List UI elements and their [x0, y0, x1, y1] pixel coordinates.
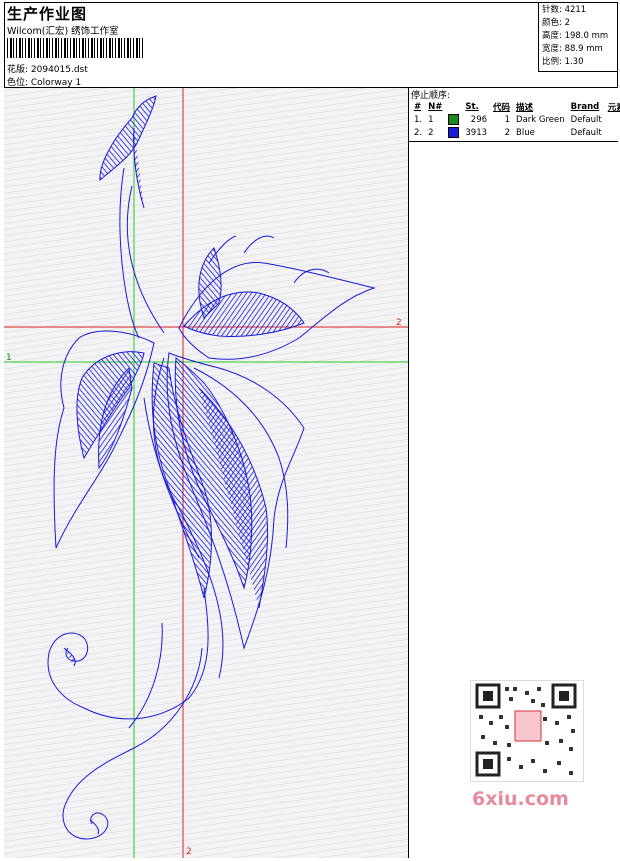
col-element: 元素	[607, 102, 620, 113]
col-num: #	[414, 101, 422, 112]
qr-code	[470, 680, 584, 782]
design-height: 高度: 198.0 mm	[542, 31, 609, 41]
row-n: 1	[428, 114, 434, 125]
row-n: 2	[428, 127, 434, 138]
col-n: N#	[428, 101, 443, 112]
row-stitches: 296	[470, 114, 488, 125]
stitch-count: 针数: 4211	[542, 5, 587, 15]
page-title: 生产作业图	[7, 5, 88, 23]
table-header-row: # N# St. 代码 描述 Brand 元素	[411, 100, 620, 113]
row-desc: Blue	[516, 127, 535, 138]
row-element	[605, 126, 620, 139]
stats-box: 针数: 4211 颜色: 2 高度: 198.0 mm 宽度: 88.9 mm …	[538, 2, 618, 72]
table-row[interactable]: 1. 1 296 1 Dark Green Default	[411, 113, 620, 126]
row-num: 1.	[414, 114, 423, 125]
watermark-text: 6xiu.com	[472, 788, 569, 810]
embroidery-design	[4, 88, 408, 858]
table-row[interactable]: 2. 2 3913 2 Blue Default	[411, 126, 620, 139]
col-stitches: St.	[465, 101, 479, 112]
color-swatch	[445, 126, 462, 139]
row-stitches: 3913	[465, 127, 488, 138]
row-brand: Default	[570, 127, 602, 138]
studio-name: Wilcom(汇宏) 绣饰工作室	[7, 26, 119, 37]
col-code: 代码	[493, 102, 511, 113]
col-desc: 描述	[516, 102, 534, 113]
row-element	[605, 113, 620, 126]
design-file: 花版: 2094015.dst	[7, 65, 88, 75]
colorway: 色位: Colorway 1	[7, 78, 82, 88]
color-swatch	[445, 113, 462, 126]
scale-ratio: 比例: 1.30	[542, 57, 584, 67]
row-brand: Default	[570, 114, 602, 125]
row-desc: Dark Green	[516, 114, 565, 125]
green-guide-marker: 1	[6, 353, 12, 363]
row-code: 2	[504, 127, 511, 138]
stop-sequence-table: # N# St. 代码 描述 Brand 元素 1. 1 296 1 Dark …	[411, 100, 620, 139]
row-code: 1	[504, 114, 511, 125]
barcode	[7, 38, 145, 58]
col-brand: Brand	[570, 101, 600, 112]
red-horizontal-marker: 2	[396, 318, 402, 328]
panel-divider	[409, 141, 618, 142]
design-width: 宽度: 88.9 mm	[542, 44, 603, 54]
row-num: 2.	[414, 127, 423, 138]
col-swatch	[445, 100, 462, 113]
header: 生产作业图 Wilcom(汇宏) 绣饰工作室 花版: 2094015.dst 色…	[4, 2, 618, 88]
color-count: 颜色: 2	[542, 18, 570, 28]
red-vertical-marker: 2	[186, 847, 192, 857]
design-canvas[interactable]: 1 2 2	[4, 88, 409, 858]
